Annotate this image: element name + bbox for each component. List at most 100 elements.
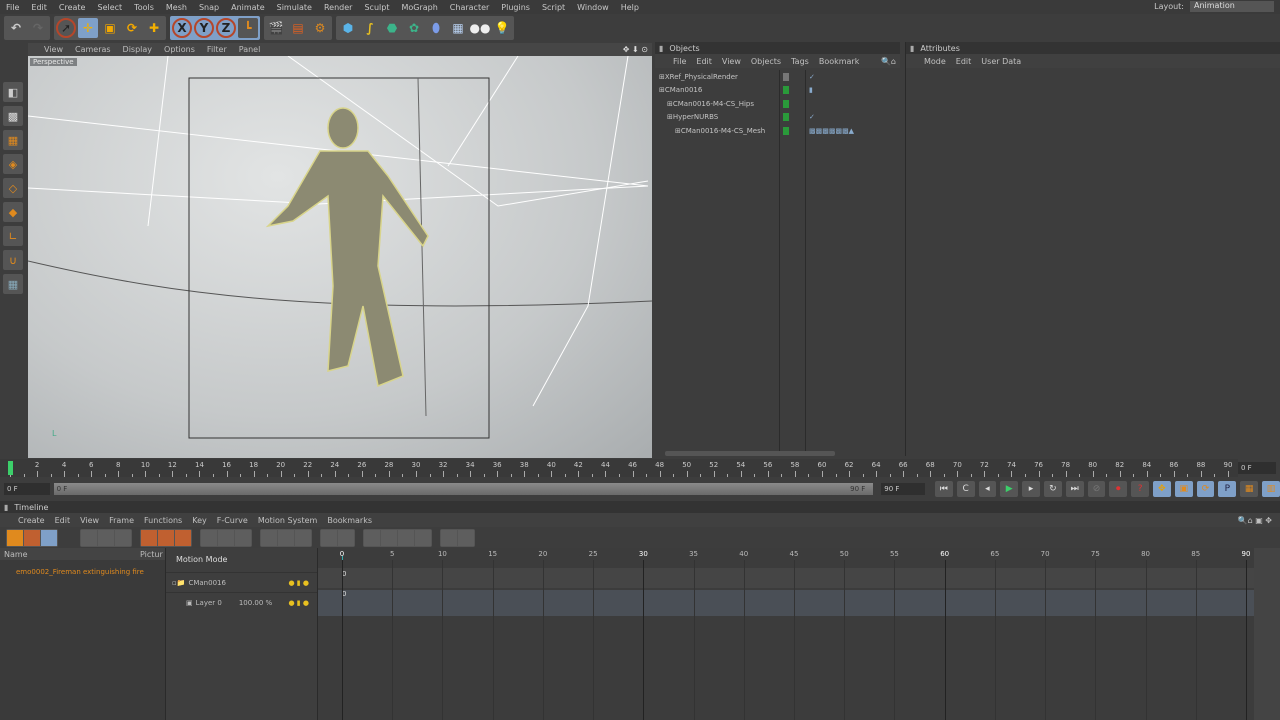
object-tags[interactable]: ✓ xyxy=(809,73,815,81)
timeline-menu-f-curve[interactable]: F-Curve xyxy=(217,516,248,525)
scale-icon[interactable]: ▣ xyxy=(100,18,120,38)
snap-icon[interactable]: ▦ xyxy=(3,274,23,294)
attributes-menu-user-data[interactable]: User Data xyxy=(981,57,1021,66)
spline-icon[interactable]: ∫ xyxy=(360,18,380,38)
key-rotation-icon[interactable]: ⟳ xyxy=(1196,481,1215,497)
points-mode-icon[interactable]: ◈ xyxy=(3,154,23,174)
menu-help[interactable]: Help xyxy=(621,3,639,12)
tangent-buttons[interactable] xyxy=(320,528,355,547)
layout-dropdown[interactable]: Animation xyxy=(1190,1,1274,12)
menu-animate[interactable]: Animate xyxy=(231,3,265,12)
object-row[interactable]: ⊞ CMan0016-M4-CS_Mesh ▩▩▩▩▩▩▲ xyxy=(655,124,900,138)
live-select-icon[interactable]: ➚ xyxy=(56,18,76,38)
axis-mode-icon[interactable]: ∟ xyxy=(3,226,23,246)
timeline-search-icon[interactable]: 🔍⌂ ▣ ✥ xyxy=(1238,516,1272,525)
menu-simulate[interactable]: Simulate xyxy=(277,3,312,12)
loop-back-icon[interactable]: C xyxy=(956,481,975,497)
track-toggles[interactable]: ● ▮ ● xyxy=(288,579,309,587)
render-settings-icon[interactable]: ⚙ xyxy=(310,18,330,38)
layer-strength[interactable]: 100.00 % xyxy=(239,599,272,607)
viewport-menu-filter[interactable]: Filter xyxy=(207,45,227,54)
timeline-ruler[interactable]: 0246810121416182022242628303234363840424… xyxy=(0,459,1238,477)
step-back-button[interactable]: ◂ xyxy=(978,481,997,497)
magnet-icon[interactable]: ∪ xyxy=(3,250,23,270)
menu-select[interactable]: Select xyxy=(97,3,122,12)
menu-mesh[interactable]: Mesh xyxy=(166,3,187,12)
key-add-buttons[interactable] xyxy=(140,528,192,547)
visibility-dot[interactable] xyxy=(783,99,789,108)
visibility-dot[interactable] xyxy=(783,86,789,95)
object-row[interactable]: ⊞ XRef_PhysicalRender ✓ xyxy=(655,70,900,84)
array-icon[interactable]: ✿ xyxy=(404,18,424,38)
timeline-menu-key[interactable]: Key xyxy=(192,516,207,525)
object-row[interactable]: ⊞ CMan0016 ▮ xyxy=(655,84,900,98)
viewport-menu-panel[interactable]: Panel xyxy=(239,45,261,54)
record-disabled-icon[interactable]: ⊘ xyxy=(1087,481,1106,497)
objects-menu-edit[interactable]: Edit xyxy=(696,57,712,66)
viewport-menu-options[interactable]: Options xyxy=(164,45,195,54)
menu-render[interactable]: Render xyxy=(324,3,352,12)
key-lock-buttons[interactable] xyxy=(363,528,432,547)
search-icon[interactable]: 🔍⌂ xyxy=(881,57,896,66)
track-layer[interactable]: ▣ Layer 0 100.00 % ● ▮ ● xyxy=(166,592,317,612)
timeline-menu-motion-system[interactable]: Motion System xyxy=(258,516,318,525)
timeline-menu-frame[interactable]: Frame xyxy=(109,516,134,525)
timeline-menu-functions[interactable]: Functions xyxy=(144,516,182,525)
fcurve-buttons[interactable] xyxy=(80,528,132,547)
menu-create[interactable]: Create xyxy=(59,3,86,12)
play-button[interactable]: ▶ xyxy=(1000,481,1019,497)
x-axis-icon[interactable]: X xyxy=(172,18,192,38)
easing-buttons[interactable] xyxy=(260,528,312,547)
record-button[interactable]: ⏺ xyxy=(1109,481,1128,497)
deformer-icon[interactable]: ⬮ xyxy=(426,18,446,38)
menu-mograph[interactable]: MoGraph xyxy=(401,3,437,12)
object-tags[interactable]: ✓ xyxy=(809,113,815,121)
zero-buttons[interactable] xyxy=(440,528,475,547)
add-icon[interactable]: ✚ xyxy=(144,18,164,38)
menu-file[interactable]: File xyxy=(6,3,19,12)
attributes-menu-edit[interactable]: Edit xyxy=(956,57,972,66)
timeline-menu-bookmarks[interactable]: Bookmarks xyxy=(327,516,372,525)
interpolation-buttons[interactable] xyxy=(200,528,252,547)
key-parameter-icon[interactable]: P xyxy=(1218,481,1237,497)
model-mode-icon[interactable]: ◧ xyxy=(3,82,23,102)
camera-icon[interactable]: ●● xyxy=(470,18,491,38)
go-to-end-button[interactable]: ⏭ xyxy=(1065,481,1084,497)
menu-snap[interactable]: Snap xyxy=(199,3,219,12)
menu-edit[interactable]: Edit xyxy=(31,3,47,12)
menu-script[interactable]: Script xyxy=(542,3,565,12)
timeline-icon[interactable]: ▥ xyxy=(1262,481,1280,497)
motion-clip-item[interactable]: emo0002_Fireman extinguishing fire xyxy=(0,560,165,576)
view-mode-buttons[interactable] xyxy=(6,528,58,547)
track-cman[interactable]: ▫📁 CMan0016 ● ▮ ● xyxy=(166,572,317,592)
z-axis-icon[interactable]: Z xyxy=(216,18,236,38)
visibility-dot[interactable] xyxy=(783,126,789,135)
texture-mode-icon[interactable]: ▩ xyxy=(3,106,23,126)
viewport-perspective[interactable]: L Perspective xyxy=(28,56,652,458)
object-tags[interactable]: ▮ xyxy=(809,86,813,94)
light-icon[interactable]: 💡 xyxy=(492,18,512,38)
visibility-dot[interactable] xyxy=(783,72,789,81)
timeline-menu-create[interactable]: Create xyxy=(18,516,45,525)
loop-icon[interactable]: ↻ xyxy=(1043,481,1062,497)
menu-plugins[interactable]: Plugins xyxy=(501,3,530,12)
frame-range-slider[interactable]: 0 F 90 F xyxy=(53,483,874,495)
workplane-icon[interactable]: ▦ xyxy=(3,130,23,150)
viewport-nav-icon[interactable]: ✥ ⬇ ⊙ xyxy=(623,45,648,54)
menu-window[interactable]: Window xyxy=(577,3,609,12)
viewport-menu-view[interactable]: View xyxy=(44,45,63,54)
edges-mode-icon[interactable]: ◇ xyxy=(3,178,23,198)
redo-icon[interactable]: ↷ xyxy=(28,18,48,38)
step-forward-button[interactable]: ▸ xyxy=(1022,481,1040,497)
viewport-menu-display[interactable]: Display xyxy=(123,45,153,54)
key-pla-icon[interactable]: ▦ xyxy=(1240,481,1259,497)
menu-character[interactable]: Character xyxy=(450,3,490,12)
key-scale-icon[interactable]: ▣ xyxy=(1174,481,1193,497)
layout-selector[interactable]: Layout: Animation xyxy=(1154,1,1274,12)
ruler-frame-field[interactable]: 0 F xyxy=(1238,462,1276,474)
attributes-menu-mode[interactable]: Mode xyxy=(924,57,946,66)
objects-menu-tags[interactable]: Tags xyxy=(791,57,809,66)
timeline-keys-area[interactable]: 0 0 0 5 10 15 20 25 30 35 40 45 50 55 60 65 70 75 80 85 90 xyxy=(318,548,1254,720)
rotate-icon[interactable]: ⟳ xyxy=(122,18,142,38)
ruler-playhead[interactable] xyxy=(8,461,13,475)
